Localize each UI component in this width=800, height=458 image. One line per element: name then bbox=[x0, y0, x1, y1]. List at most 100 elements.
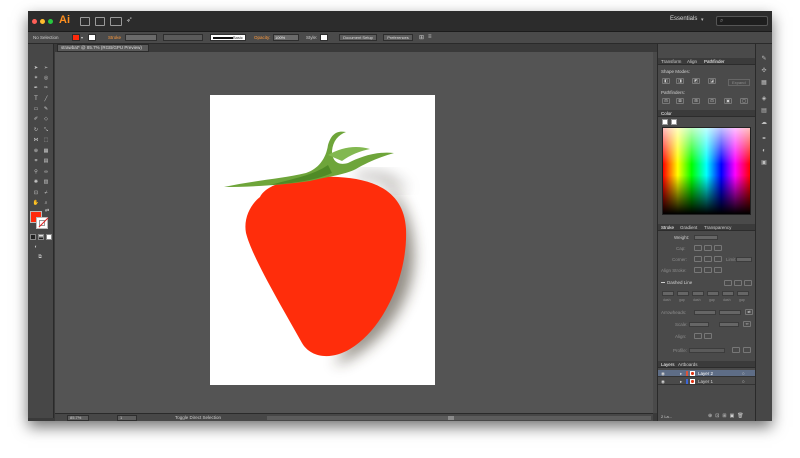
minus-back-icon[interactable]: ▢ bbox=[740, 98, 748, 104]
target-circle-icon[interactable]: ○ bbox=[742, 379, 745, 384]
horizontal-scroll-thumb[interactable] bbox=[448, 416, 454, 420]
free-transform-tool-icon[interactable]: ⬚ bbox=[42, 137, 50, 144]
gpu-rocket-icon[interactable]: ➶ bbox=[126, 15, 133, 24]
flip-along-icon[interactable] bbox=[732, 347, 740, 353]
tab-artboards[interactable]: Artboards bbox=[678, 362, 698, 367]
curvature-tool-icon[interactable]: ✑ bbox=[42, 85, 50, 92]
rotate-tool-icon[interactable]: ↻ bbox=[32, 127, 40, 134]
layer-row-layer-1[interactable]: ◉ ▸ Layer 1 ○ bbox=[658, 378, 756, 385]
blend-tool-icon[interactable]: ∞ bbox=[42, 169, 50, 176]
divide-icon[interactable]: ⊟ bbox=[662, 98, 670, 104]
dash-field-2[interactable] bbox=[692, 291, 704, 296]
workspace-switcher[interactable]: Essentials bbox=[670, 16, 697, 22]
horizontal-scrollbar[interactable] bbox=[267, 416, 651, 420]
libraries-icon[interactable]: ☁ bbox=[760, 120, 768, 127]
merge-icon[interactable]: ⊞ bbox=[692, 98, 700, 104]
intersect-icon[interactable]: ◩ bbox=[692, 78, 700, 84]
help-search-input[interactable]: ⌕ bbox=[716, 16, 768, 26]
weight-field[interactable] bbox=[694, 235, 718, 240]
trim-icon[interactable]: ⊠ bbox=[676, 98, 684, 104]
profile-select[interactable] bbox=[689, 348, 725, 353]
dash-preserve-icon[interactable] bbox=[724, 280, 732, 286]
gradient-tool-icon[interactable]: ▤ bbox=[42, 158, 50, 165]
graphic-styles-icon[interactable]: ▦ bbox=[760, 80, 768, 87]
dash-field-1[interactable] bbox=[662, 291, 674, 296]
tab-gradient[interactable]: Gradient bbox=[680, 225, 697, 230]
shaper-tool-icon[interactable]: ✐ bbox=[32, 116, 40, 123]
artboard-navigation-field[interactable]: 1 bbox=[117, 415, 137, 421]
dash-adjust-icon[interactable] bbox=[744, 280, 752, 286]
align-inside-icon[interactable] bbox=[704, 267, 712, 273]
eyedropper-tool-icon[interactable]: ⚲ bbox=[32, 169, 40, 176]
bevel-join-icon[interactable] bbox=[714, 256, 722, 262]
rectangle-tool-icon[interactable]: ▭ bbox=[32, 106, 40, 113]
align-center-icon[interactable] bbox=[694, 267, 702, 273]
layers-footer-icons[interactable]: ⊕⊡⊞▣🗑 bbox=[708, 413, 747, 419]
column-graph-tool-icon[interactable]: ▥ bbox=[42, 179, 50, 186]
tab-transform[interactable]: Transform bbox=[661, 59, 681, 64]
exclude-icon[interactable]: ◪ bbox=[708, 78, 716, 84]
hand-tool-icon[interactable]: ✋ bbox=[32, 200, 40, 207]
scale-end-field[interactable] bbox=[719, 322, 739, 327]
strawberry-artwork[interactable] bbox=[210, 95, 435, 385]
close-window-button[interactable] bbox=[32, 19, 37, 24]
gap-field-1[interactable] bbox=[677, 291, 689, 296]
eraser-tool-icon[interactable]: ◇ bbox=[42, 116, 50, 123]
dash-align-icon[interactable] bbox=[734, 280, 742, 286]
gap-field-2[interactable] bbox=[707, 291, 719, 296]
type-tool-icon[interactable]: T bbox=[32, 96, 40, 103]
butt-cap-icon[interactable] bbox=[694, 245, 702, 251]
crop-icon[interactable]: ⊡ bbox=[708, 98, 716, 104]
canvas-area[interactable] bbox=[55, 52, 653, 413]
gap-field-3[interactable] bbox=[737, 291, 749, 296]
paintbrush-tool-icon[interactable]: ✎ bbox=[42, 106, 50, 113]
tab-align[interactable]: Align bbox=[687, 59, 697, 64]
none-mode-icon[interactable] bbox=[46, 234, 52, 240]
zoom-field[interactable]: 85.7% bbox=[67, 415, 89, 421]
layer-name[interactable]: Layer 1 bbox=[698, 379, 713, 384]
arrowhead-end-select[interactable] bbox=[719, 310, 741, 315]
visibility-eye-icon[interactable]: ◉ bbox=[661, 379, 665, 385]
gradient-panel-icon[interactable]: ▣ bbox=[760, 160, 768, 167]
shape-builder-tool-icon[interactable]: ⊕ bbox=[32, 148, 40, 155]
mesh-tool-icon[interactable]: ⌗ bbox=[32, 158, 40, 165]
line-tool-icon[interactable]: ╱ bbox=[42, 96, 50, 103]
arrange-icon[interactable]: ⊞ bbox=[419, 34, 424, 41]
arrow-extend-icon[interactable] bbox=[694, 333, 702, 339]
preferences-button[interactable]: Preferences bbox=[383, 34, 413, 41]
document-setup-button[interactable]: Document Setup bbox=[339, 34, 377, 41]
tab-layers[interactable]: Layers bbox=[661, 362, 675, 367]
opacity-label[interactable]: Opacity: bbox=[254, 35, 271, 40]
artboard-tool-icon[interactable]: ⊡ bbox=[32, 190, 40, 197]
swap-arrowheads-icon[interactable]: ⇄ bbox=[745, 309, 753, 315]
minimize-window-button[interactable] bbox=[40, 19, 45, 24]
arrow-place-icon[interactable] bbox=[704, 333, 712, 339]
width-tool-icon[interactable]: ⋈ bbox=[32, 137, 40, 144]
white-color-swatch[interactable] bbox=[671, 119, 677, 125]
fill-color-swatch[interactable] bbox=[72, 34, 80, 41]
tab-transparency[interactable]: Transparency bbox=[704, 225, 731, 230]
variable-width-profile[interactable] bbox=[163, 34, 203, 41]
tab-color[interactable]: Color bbox=[661, 111, 672, 116]
swap-fill-stroke-icon[interactable]: ⇄ bbox=[45, 208, 49, 214]
link-scale-icon[interactable]: ∞ bbox=[743, 321, 751, 327]
round-join-icon[interactable] bbox=[704, 256, 712, 262]
arrange-documents-icon[interactable] bbox=[110, 17, 122, 26]
outline-icon[interactable]: ▣ bbox=[724, 98, 732, 104]
artboard[interactable] bbox=[210, 95, 435, 385]
dash-field-3[interactable] bbox=[722, 291, 734, 296]
round-cap-icon[interactable] bbox=[704, 245, 712, 251]
stroke-color-swatch[interactable] bbox=[88, 34, 96, 41]
expand-layer-icon[interactable]: ▸ bbox=[680, 371, 682, 377]
dashed-line-checkbox[interactable] bbox=[661, 282, 665, 283]
graphic-style-swatch[interactable] bbox=[320, 34, 328, 41]
flip-across-icon[interactable] bbox=[743, 347, 751, 353]
document-tab[interactable]: strawbat* @ 85.7% (RGB/GPU Preview) bbox=[57, 44, 149, 52]
opacity-field[interactable]: 100% bbox=[273, 34, 299, 41]
unite-icon[interactable]: ◧ bbox=[662, 78, 670, 84]
gradient-mode-icon[interactable] bbox=[38, 234, 44, 240]
direct-selection-tool-icon[interactable]: ➢ bbox=[42, 65, 50, 72]
color-mode-icon[interactable] bbox=[30, 234, 36, 240]
none-color-swatch[interactable] bbox=[662, 119, 668, 125]
miter-join-icon[interactable] bbox=[694, 256, 702, 262]
